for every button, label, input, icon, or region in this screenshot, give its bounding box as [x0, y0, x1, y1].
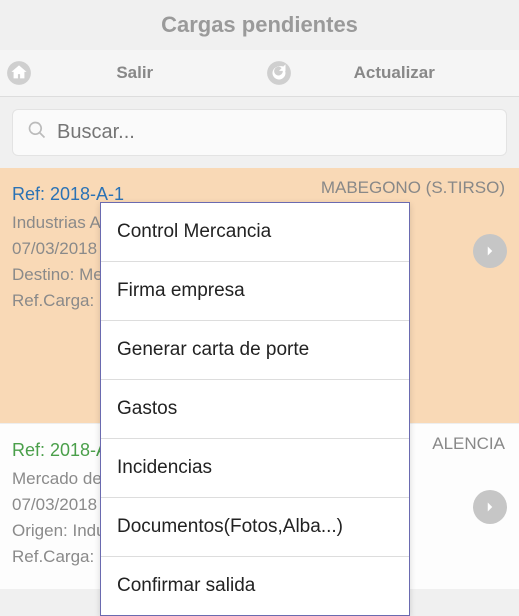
exit-button[interactable]: Salir [0, 50, 260, 96]
card-company: ALENCIA [432, 434, 505, 454]
chevron-right-icon[interactable] [473, 490, 507, 524]
context-menu: Control Mercancia Firma empresa Generar … [100, 202, 410, 616]
menu-item-firma-empresa[interactable]: Firma empresa [101, 262, 409, 321]
exit-label: Salir [14, 63, 256, 83]
chevron-right-icon[interactable] [473, 234, 507, 268]
menu-item-incidencias[interactable]: Incidencias [101, 439, 409, 498]
search-icon [27, 120, 47, 145]
menu-item-confirmar-salida[interactable]: Confirmar salida [101, 557, 409, 615]
menu-item-generar-carta[interactable]: Generar carta de porte [101, 321, 409, 380]
card-company: MABEGONO (S.TIRSO) [321, 178, 505, 198]
toolbar: Salir Actualizar [0, 50, 519, 97]
page-title: Cargas pendientes [0, 0, 519, 50]
search-container [0, 97, 519, 168]
search-box[interactable] [12, 109, 507, 156]
search-input[interactable] [57, 121, 492, 144]
menu-item-gastos[interactable]: Gastos [101, 380, 409, 439]
menu-item-control-mercancia[interactable]: Control Mercancia [101, 203, 409, 262]
refresh-label: Actualizar [274, 63, 516, 83]
refresh-button[interactable]: Actualizar [260, 50, 519, 96]
menu-item-documentos[interactable]: Documentos(Fotos,Alba...) [101, 498, 409, 557]
